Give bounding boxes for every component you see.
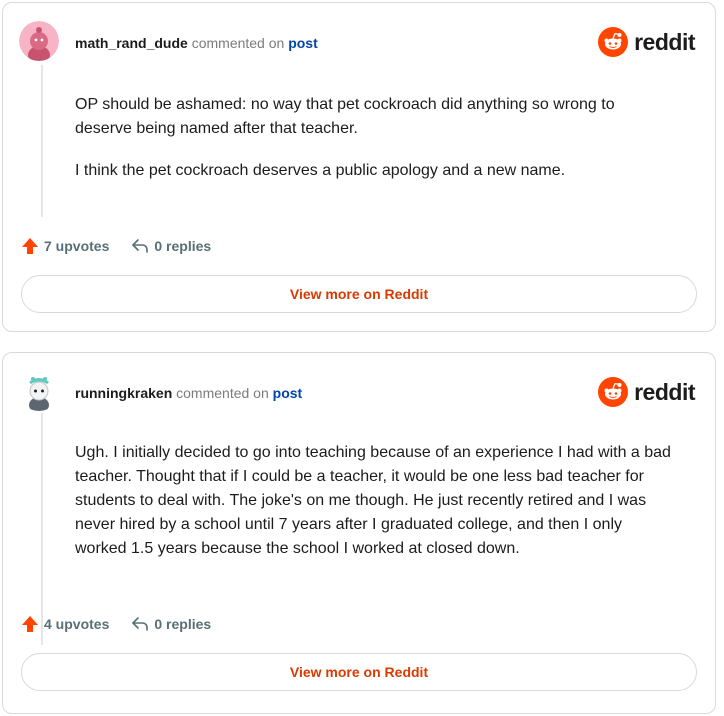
view-more-button[interactable]: View more on Reddit bbox=[21, 653, 697, 691]
upvote-count: 7 upvotes bbox=[44, 238, 110, 254]
comment-actions: 4 upvotes 0 replies bbox=[21, 613, 233, 635]
upvote-arrow-icon bbox=[22, 616, 38, 632]
comment-body: OP should be ashamed: no way that pet co… bbox=[75, 93, 675, 201]
comment-paragraph: I think the pet cockroach deserves a pub… bbox=[75, 162, 566, 179]
comment-paragraph: Ugh. I initially decided to go into teac… bbox=[75, 444, 671, 557]
post-link[interactable]: post bbox=[273, 385, 303, 401]
commented-on-text: commented on bbox=[191, 35, 285, 51]
reply-button[interactable]: 0 replies bbox=[131, 615, 211, 633]
avatar[interactable] bbox=[19, 21, 59, 61]
upvote-arrow-icon bbox=[22, 238, 38, 254]
avatar[interactable] bbox=[19, 371, 59, 411]
comment-meta: runningkraken commented on post bbox=[75, 384, 302, 402]
upvote-button[interactable]: 7 upvotes bbox=[21, 237, 109, 255]
reply-arrow-icon bbox=[132, 239, 149, 253]
comment-embed-card: math_rand_dude commented on post reddit … bbox=[2, 2, 716, 332]
upvote-button[interactable]: 4 upvotes bbox=[21, 615, 109, 633]
reply-button[interactable]: 0 replies bbox=[131, 237, 211, 255]
reply-arrow-icon bbox=[132, 617, 149, 631]
comment-header: math_rand_dude commented on post reddit bbox=[19, 21, 699, 65]
comment-actions: 7 upvotes 0 replies bbox=[21, 235, 233, 257]
reply-count: 0 replies bbox=[154, 616, 212, 632]
reddit-logo[interactable]: reddit bbox=[598, 27, 695, 57]
comment-meta: math_rand_dude commented on post bbox=[75, 34, 318, 52]
username[interactable]: math_rand_dude bbox=[75, 35, 188, 51]
reddit-wordmark: reddit bbox=[634, 28, 695, 55]
username[interactable]: runningkraken bbox=[75, 385, 172, 401]
view-more-button[interactable]: View more on Reddit bbox=[21, 275, 697, 313]
reddit-wordmark: reddit bbox=[634, 378, 695, 405]
comment-paragraph: OP should be ashamed: no way that pet co… bbox=[75, 96, 615, 137]
thread-line bbox=[41, 65, 43, 217]
reddit-snoo-icon bbox=[598, 27, 629, 57]
comment-embed-card: runningkraken commented on post reddit U… bbox=[2, 352, 716, 714]
commented-on-text: commented on bbox=[176, 385, 269, 401]
thread-line bbox=[41, 413, 43, 645]
reddit-logo[interactable]: reddit bbox=[598, 377, 695, 407]
reddit-snoo-icon bbox=[598, 377, 629, 407]
post-link[interactable]: post bbox=[288, 35, 318, 51]
upvote-count: 4 upvotes bbox=[44, 616, 110, 632]
comment-body: Ugh. I initially decided to go into teac… bbox=[75, 441, 675, 579]
comment-header: runningkraken commented on post reddit bbox=[19, 371, 699, 415]
reply-count: 0 replies bbox=[154, 238, 212, 254]
